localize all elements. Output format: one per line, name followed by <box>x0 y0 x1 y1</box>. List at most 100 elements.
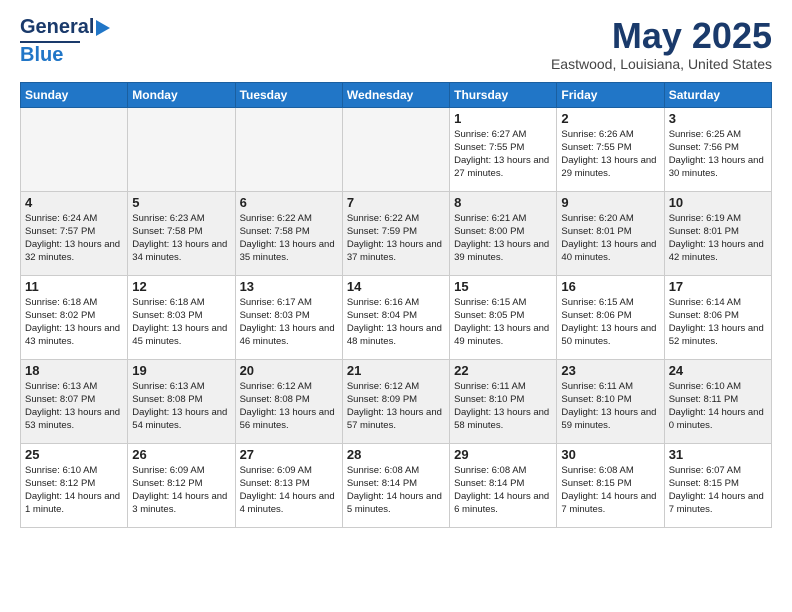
day-info: Sunrise: 6:22 AMSunset: 7:58 PMDaylight:… <box>240 212 338 265</box>
calendar-week-row: 4 Sunrise: 6:24 AMSunset: 7:57 PMDaylight… <box>21 191 772 275</box>
day-number: 17 <box>669 279 767 294</box>
calendar-cell: 22 Sunrise: 6:11 AMSunset: 8:10 PMDayligh… <box>450 359 557 443</box>
calendar-cell: 31 Sunrise: 6:07 AMSunset: 8:15 PMDayligh… <box>664 443 771 527</box>
calendar-cell: 19 Sunrise: 6:13 AMSunset: 8:08 PMDayligh… <box>128 359 235 443</box>
calendar-cell: 27 Sunrise: 6:09 AMSunset: 8:13 PMDayligh… <box>235 443 342 527</box>
calendar-header-tuesday: Tuesday <box>235 82 342 107</box>
calendar-week-row: 25 Sunrise: 6:10 AMSunset: 8:12 PMDayligh… <box>21 443 772 527</box>
day-number: 21 <box>347 363 445 378</box>
calendar-cell: 16 Sunrise: 6:15 AMSunset: 8:06 PMDayligh… <box>557 275 664 359</box>
calendar-cell: 28Sunrise: 6:08 AMSunset: 8:14 PMDayligh… <box>342 443 449 527</box>
calendar-header-sunday: Sunday <box>21 82 128 107</box>
day-info: Sunrise: 6:18 AMSunset: 8:02 PMDaylight:… <box>25 296 123 349</box>
day-number: 9 <box>561 195 659 210</box>
day-info: Sunrise: 6:13 AMSunset: 8:07 PMDaylight:… <box>25 380 123 433</box>
day-number: 24 <box>669 363 767 378</box>
calendar-cell <box>21 107 128 191</box>
calendar-cell: 23 Sunrise: 6:11 AMSunset: 8:10 PMDayligh… <box>557 359 664 443</box>
calendar-cell: 18 Sunrise: 6:13 AMSunset: 8:07 PMDayligh… <box>21 359 128 443</box>
day-number: 29 <box>454 447 552 462</box>
day-info: Sunrise: 6:15 AMSunset: 8:05 PMDaylight:… <box>454 296 552 349</box>
calendar-header-thursday: Thursday <box>450 82 557 107</box>
day-info: Sunrise: 6:14 AMSunset: 8:06 PMDaylight:… <box>669 296 767 349</box>
day-info: Sunrise: 6:11 AMSunset: 8:10 PMDaylight:… <box>561 380 659 433</box>
calendar-cell: 15 Sunrise: 6:15 AMSunset: 8:05 PMDayligh… <box>450 275 557 359</box>
calendar-cell: 13 Sunrise: 6:17 AMSunset: 8:03 PMDayligh… <box>235 275 342 359</box>
calendar-cell: 5Sunrise: 6:23 AMSunset: 7:58 PMDaylight… <box>128 191 235 275</box>
day-info: Sunrise: 6:09 AMSunset: 8:13 PMDaylight:… <box>240 464 338 517</box>
day-info: Sunrise: 6:08 AMSunset: 8:14 PMDaylight:… <box>454 464 552 517</box>
day-number: 27 <box>240 447 338 462</box>
day-info: Sunrise: 6:11 AMSunset: 8:10 PMDaylight:… <box>454 380 552 433</box>
calendar-cell <box>128 107 235 191</box>
day-number: 31 <box>669 447 767 462</box>
day-info: Sunrise: 6:17 AMSunset: 8:03 PMDaylight:… <box>240 296 338 349</box>
day-info: Sunrise: 6:18 AMSunset: 8:03 PMDaylight:… <box>132 296 230 349</box>
day-number: 7 <box>347 195 445 210</box>
calendar-header-wednesday: Wednesday <box>342 82 449 107</box>
day-number: 10 <box>669 195 767 210</box>
day-number: 5 <box>132 195 230 210</box>
day-info: Sunrise: 6:07 AMSunset: 8:15 PMDaylight:… <box>669 464 767 517</box>
day-number: 16 <box>561 279 659 294</box>
day-number: 25 <box>25 447 123 462</box>
day-number: 1 <box>454 111 552 126</box>
day-number: 19 <box>132 363 230 378</box>
day-info: Sunrise: 6:20 AMSunset: 8:01 PMDaylight:… <box>561 212 659 265</box>
calendar-week-row: 18 Sunrise: 6:13 AMSunset: 8:07 PMDayligh… <box>21 359 772 443</box>
day-number: 2 <box>561 111 659 126</box>
title-block: May 2025 Eastwood, Louisiana, United Sta… <box>551 16 772 72</box>
day-number: 26 <box>132 447 230 462</box>
calendar-cell <box>342 107 449 191</box>
calendar-cell: 3Sunrise: 6:25 AMSunset: 7:56 PMDaylight… <box>664 107 771 191</box>
calendar-cell: 24 Sunrise: 6:10 AMSunset: 8:11 PMDayligh… <box>664 359 771 443</box>
calendar-cell: 25 Sunrise: 6:10 AMSunset: 8:12 PMDayligh… <box>21 443 128 527</box>
day-number: 13 <box>240 279 338 294</box>
title-location: Eastwood, Louisiana, United States <box>551 56 772 72</box>
calendar-cell: 29 Sunrise: 6:08 AMSunset: 8:14 PMDayligh… <box>450 443 557 527</box>
day-number: 20 <box>240 363 338 378</box>
day-number: 8 <box>454 195 552 210</box>
calendar-header-row: SundayMondayTuesdayWednesdayThursdayFrid… <box>21 82 772 107</box>
day-info: Sunrise: 6:12 AMSunset: 8:08 PMDaylight:… <box>240 380 338 433</box>
calendar-cell: 26 Sunrise: 6:09 AMSunset: 8:12 PMDayligh… <box>128 443 235 527</box>
calendar-cell: 7Sunrise: 6:22 AMSunset: 7:59 PMDaylight… <box>342 191 449 275</box>
logo-arrow-icon <box>96 20 110 36</box>
day-info: Sunrise: 6:10 AMSunset: 8:12 PMDaylight:… <box>25 464 123 517</box>
day-number: 14 <box>347 279 445 294</box>
day-info: Sunrise: 6:09 AMSunset: 8:12 PMDaylight:… <box>132 464 230 517</box>
calendar-cell: 6 Sunrise: 6:22 AMSunset: 7:58 PMDaylight… <box>235 191 342 275</box>
day-number: 6 <box>240 195 338 210</box>
calendar-cell: 8 Sunrise: 6:21 AMSunset: 8:00 PMDaylight… <box>450 191 557 275</box>
day-number: 22 <box>454 363 552 378</box>
day-info: Sunrise: 6:10 AMSunset: 8:11 PMDaylight:… <box>669 380 767 433</box>
day-number: 15 <box>454 279 552 294</box>
day-info: Sunrise: 6:19 AMSunset: 8:01 PMDaylight:… <box>669 212 767 265</box>
day-number: 4 <box>25 195 123 210</box>
calendar-cell <box>235 107 342 191</box>
calendar-cell: 14 Sunrise: 6:16 AMSunset: 8:04 PMDayligh… <box>342 275 449 359</box>
calendar-cell: 30Sunrise: 6:08 AMSunset: 8:15 PMDayligh… <box>557 443 664 527</box>
calendar-cell: 21 Sunrise: 6:12 AMSunset: 8:09 PMDayligh… <box>342 359 449 443</box>
day-info: Sunrise: 6:24 AMSunset: 7:57 PMDaylight:… <box>25 212 123 265</box>
logo: General Blue <box>20 16 110 67</box>
calendar-cell: 9 Sunrise: 6:20 AMSunset: 8:01 PMDaylight… <box>557 191 664 275</box>
logo-line <box>20 41 80 43</box>
day-info: Sunrise: 6:16 AMSunset: 8:04 PMDaylight:… <box>347 296 445 349</box>
calendar-header-friday: Friday <box>557 82 664 107</box>
page: General Blue May 2025 Eastwood, Louisian… <box>0 0 792 612</box>
day-number: 30 <box>561 447 659 462</box>
day-info: Sunrise: 6:13 AMSunset: 8:08 PMDaylight:… <box>132 380 230 433</box>
day-number: 12 <box>132 279 230 294</box>
logo-blue: Blue <box>20 44 63 67</box>
day-info: Sunrise: 6:12 AMSunset: 8:09 PMDaylight:… <box>347 380 445 433</box>
logo-general: General <box>20 16 94 39</box>
day-number: 18 <box>25 363 123 378</box>
day-info: Sunrise: 6:15 AMSunset: 8:06 PMDaylight:… <box>561 296 659 349</box>
calendar: SundayMondayTuesdayWednesdayThursdayFrid… <box>20 82 772 528</box>
calendar-cell: 20 Sunrise: 6:12 AMSunset: 8:08 PMDayligh… <box>235 359 342 443</box>
day-info: Sunrise: 6:21 AMSunset: 8:00 PMDaylight:… <box>454 212 552 265</box>
day-number: 23 <box>561 363 659 378</box>
calendar-header-saturday: Saturday <box>664 82 771 107</box>
day-info: Sunrise: 6:08 AMSunset: 8:14 PMDaylight:… <box>347 464 445 517</box>
